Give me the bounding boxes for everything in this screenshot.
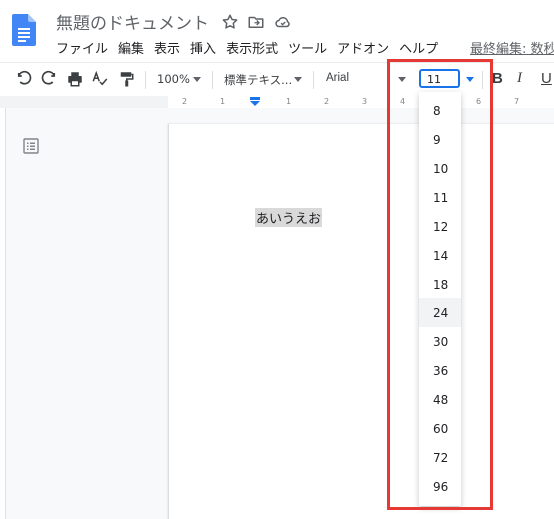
option-label: 72	[433, 451, 449, 465]
ruler-tick: 2	[324, 97, 330, 106]
style-select[interactable]: 標準テキス...	[224, 72, 292, 88]
toolbar-divider	[482, 71, 483, 89]
bold-button[interactable]: B	[492, 70, 503, 87]
ruler-tick: 3	[362, 97, 368, 106]
menu-addons[interactable]: アドオン	[337, 42, 389, 57]
style-caret-icon[interactable]	[294, 77, 302, 82]
font-select[interactable]: Arial	[326, 72, 349, 84]
option-label: 60	[433, 422, 449, 436]
font-size-option[interactable]: 9	[419, 125, 461, 154]
ruler-tick: 4	[400, 97, 406, 106]
toolbar-divider	[313, 71, 314, 89]
docs-logo-icon[interactable]	[12, 14, 36, 46]
option-label: 12	[433, 220, 449, 234]
document-page[interactable]	[168, 124, 554, 519]
font-size-option[interactable]: 8	[419, 96, 461, 125]
font-size-option[interactable]: 14	[419, 241, 461, 270]
menu-file[interactable]: ファイル	[56, 42, 108, 57]
option-label: 24	[433, 306, 449, 320]
menu-view[interactable]: 表示	[154, 42, 180, 57]
spellcheck-icon[interactable]	[91, 70, 109, 88]
menu-tools[interactable]: ツール	[288, 42, 327, 57]
zoom-select[interactable]: 100%	[157, 72, 190, 86]
font-size-option[interactable]: 11	[419, 183, 461, 212]
selected-text[interactable]: あいうえお	[255, 208, 323, 227]
print-icon[interactable]	[66, 70, 84, 88]
horizontal-ruler[interactable]: 2 1 1 2 3 4 5 6 7	[168, 96, 554, 108]
cloud-saved-icon[interactable]	[274, 13, 292, 31]
font-size-option[interactable]: 30	[419, 327, 461, 356]
font-size-option-hovered[interactable]: 24	[419, 298, 461, 327]
document-outline-icon[interactable]	[23, 138, 39, 154]
last-edit-link[interactable]: 最終編集: 数秒前	[470, 38, 554, 57]
option-label: 36	[433, 364, 449, 378]
font-size-option[interactable]: 36	[419, 356, 461, 385]
indent-marker-icon[interactable]	[249, 97, 261, 106]
menu-bar: ファイル 編集 表示 挿入 表示形式 ツール アドオン ヘルプ	[56, 38, 448, 58]
zoom-caret-icon[interactable]	[193, 77, 201, 82]
ruler-tick: 2	[182, 97, 188, 106]
option-label: 9	[433, 133, 441, 147]
font-size-menu: 8 9 10 11 12 14 18 24 30 36 48 60 72 96	[419, 92, 461, 506]
move-folder-icon[interactable]	[247, 13, 265, 31]
document-title[interactable]: 無題のドキュメント	[56, 9, 209, 34]
font-size-option[interactable]: 72	[419, 443, 461, 472]
option-label: 48	[433, 393, 449, 407]
font-caret-icon[interactable]	[398, 77, 406, 82]
font-size-value: 11	[427, 73, 441, 86]
paint-format-icon[interactable]	[117, 70, 135, 88]
option-label: 14	[433, 249, 449, 263]
menu-help[interactable]: ヘルプ	[399, 42, 438, 57]
font-size-option[interactable]: 10	[419, 154, 461, 183]
option-label: 11	[433, 191, 449, 205]
undo-icon[interactable]	[15, 70, 33, 88]
font-size-option[interactable]: 60	[419, 414, 461, 443]
option-label: 10	[433, 162, 449, 176]
toolbar-divider	[212, 71, 213, 89]
option-label: 96	[433, 480, 449, 494]
ruler-tick: 1	[286, 97, 292, 106]
ruler-tick: 7	[514, 97, 520, 106]
redo-icon[interactable]	[40, 70, 58, 88]
font-size-option[interactable]: 12	[419, 212, 461, 241]
font-size-input[interactable]: 11	[419, 69, 460, 88]
star-icon[interactable]	[221, 13, 239, 31]
option-label: 18	[433, 278, 449, 292]
menu-insert[interactable]: 挿入	[190, 42, 216, 57]
menu-edit[interactable]: 編集	[118, 42, 144, 57]
font-size-option[interactable]: 48	[419, 385, 461, 414]
font-size-caret-icon[interactable]	[466, 77, 474, 82]
option-label: 8	[433, 104, 441, 118]
ruler-tick: 6	[476, 97, 482, 106]
option-label: 30	[433, 335, 449, 349]
toolbar-divider	[145, 71, 146, 89]
toolbar: 100% 標準テキス... Arial 11 B I U	[0, 62, 554, 97]
italic-button[interactable]: I	[517, 70, 522, 87]
ruler-tick: 1	[220, 97, 226, 106]
font-size-option[interactable]: 96	[419, 472, 461, 501]
font-size-option[interactable]: 18	[419, 270, 461, 299]
menu-format[interactable]: 表示形式	[226, 42, 278, 57]
underline-button[interactable]: U	[541, 70, 552, 87]
